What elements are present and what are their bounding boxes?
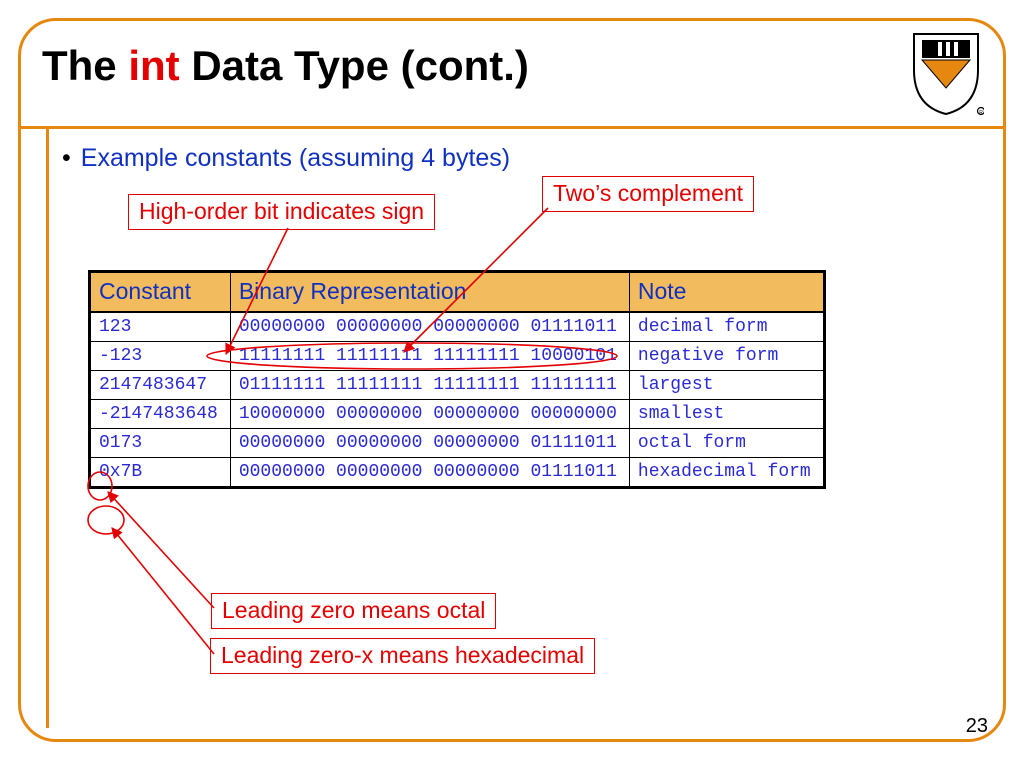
col-constant: Constant (90, 272, 231, 313)
page-number: 23 (966, 715, 988, 738)
col-note: Note (629, 272, 824, 313)
title-keyword: int (128, 42, 179, 89)
cell-constant: 123 (90, 312, 231, 342)
table-row: -123 11111111 11111111 11111111 10000101… (90, 342, 825, 371)
table-row: 2147483647 01111111 11111111 11111111 11… (90, 371, 825, 400)
cell-note: largest (629, 371, 824, 400)
cell-constant: 2147483647 (90, 371, 231, 400)
side-tick (46, 128, 49, 728)
table-row: 0173 00000000 00000000 00000000 01111011… (90, 429, 825, 458)
svg-text:R: R (979, 110, 983, 116)
cell-note: decimal form (629, 312, 824, 342)
cell-binary: 00000000 00000000 00000000 01111011 (230, 429, 629, 458)
cell-constant: 0x7B (90, 458, 231, 488)
cell-binary: 10000000 00000000 00000000 00000000 (230, 400, 629, 429)
slide-title: The int Data Type (cont.) (42, 42, 529, 90)
title-post: Data Type (cont.) (180, 42, 529, 89)
cell-binary: 00000000 00000000 00000000 01111011 (230, 458, 629, 488)
annotation-high-order-bit: High-order bit indicates sign (128, 194, 435, 230)
cell-binary: 01111111 11111111 11111111 11111111 (230, 371, 629, 400)
title-pre: The (42, 42, 128, 89)
cell-note: negative form (629, 342, 824, 371)
bullet-dot-icon: • (62, 144, 71, 172)
cell-binary: 00000000 00000000 00000000 01111011 (230, 312, 629, 342)
table-row: 0x7B 00000000 00000000 00000000 01111011… (90, 458, 825, 488)
annotation-leading-zero-octal: Leading zero means octal (211, 593, 496, 629)
table-row: 123 00000000 00000000 00000000 01111011 … (90, 312, 825, 342)
annotation-twos-complement: Two’s complement (542, 176, 754, 212)
cell-note: smallest (629, 400, 824, 429)
title-rule (20, 126, 1004, 129)
cell-constant: -123 (90, 342, 231, 371)
cell-note: octal form (629, 429, 824, 458)
bullet-line: • Example constants (assuming 4 bytes) (62, 144, 510, 173)
annotation-leading-zero-hex: Leading zero-x means hexadecimal (210, 638, 595, 674)
constants-table: Constant Binary Representation Note 123 … (88, 270, 826, 489)
col-binary: Binary Representation (230, 272, 629, 313)
cell-binary: 11111111 11111111 11111111 10000101 (230, 342, 629, 371)
cell-constant: -2147483648 (90, 400, 231, 429)
princeton-crest-icon: R (908, 28, 984, 116)
cell-note: hexadecimal form (629, 458, 824, 488)
table-row: -2147483648 10000000 00000000 00000000 0… (90, 400, 825, 429)
bullet-text: Example constants (assuming 4 bytes) (81, 144, 510, 172)
table-header-row: Constant Binary Representation Note (90, 272, 825, 313)
cell-constant: 0173 (90, 429, 231, 458)
slide: The int Data Type (cont.) R • Example con… (0, 0, 1024, 768)
